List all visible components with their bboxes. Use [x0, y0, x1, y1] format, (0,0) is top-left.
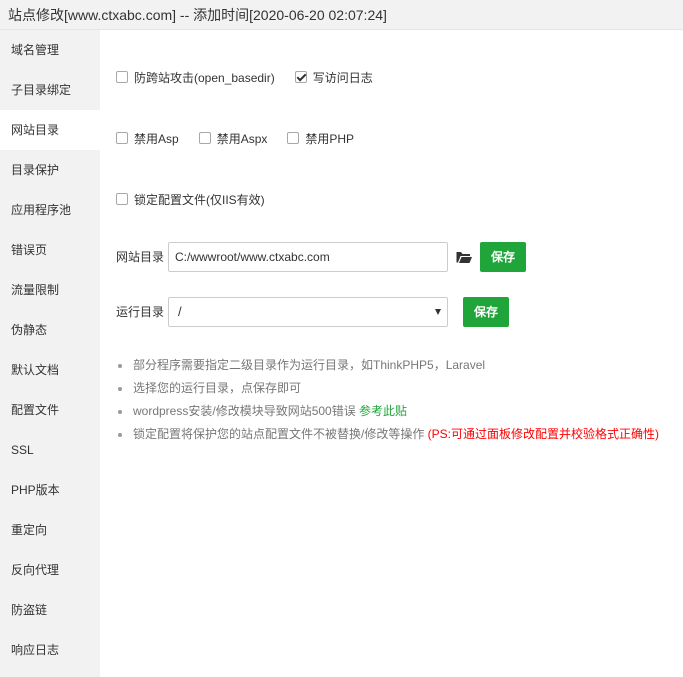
disable-aspx-checkbox[interactable]: 禁用Aspx [198, 130, 268, 147]
sidebar-item-hotlink[interactable]: 防盗链 [0, 590, 100, 630]
sidebar-item-traffic-limit[interactable]: 流量限制 [0, 270, 100, 310]
help-text-1: 部分程序需要指定二级目录作为运行目录，如ThinkPHP5，Laravel [133, 358, 486, 372]
checkbox-box[interactable] [198, 132, 211, 144]
help-text-3: wordpress安装/修改模块导致网站500错误 [133, 404, 360, 418]
sidebar-item-reverse-proxy[interactable]: 反向代理 [0, 550, 100, 590]
lock-config-label: 锁定配置文件(仅IIS有效) [134, 192, 265, 207]
help-text-2: 选择您的运行目录，点保存即可 [133, 381, 302, 395]
lock-config-checkbox[interactable]: 锁定配置文件(仅IIS有效) [116, 191, 265, 208]
checkbox-box[interactable] [116, 132, 128, 144]
disable-asp-checkbox[interactable]: 禁用Asp [116, 130, 179, 147]
disable-php-checkbox[interactable]: 禁用PHP [287, 130, 354, 147]
sidebar-item-dir-protect[interactable]: 目录保护 [0, 150, 100, 190]
sidebar-item-redirect[interactable]: 重定向 [0, 510, 100, 550]
disable-aspx-label: 禁用Aspx [216, 131, 268, 146]
help-text-4: 锁定配置将保护您的站点配置文件不被替换/修改等操作 [133, 427, 428, 441]
window-title: 站点修改[www.ctxabc.com] -- 添加时间[2020-06-20 … [0, 0, 683, 30]
help-item: 锁定配置将保护您的站点配置文件不被替换/修改等操作 (PS:可通过面板修改配置并… [116, 423, 676, 446]
sidebar-item-response-log[interactable]: 响应日志 [0, 630, 100, 670]
chevron-down-icon [435, 309, 441, 315]
sidebar-item-default-doc[interactable]: 默认文档 [0, 350, 100, 390]
security-options-row: 防跨站攻击(open_basedir) 写访问日志 [116, 67, 393, 87]
site-dir-label: 网站目录 [116, 250, 165, 264]
reference-link[interactable]: 参考此贴 [359, 404, 407, 418]
run-dir-label: 运行目录 [116, 305, 165, 319]
open-basedir-checkbox[interactable]: 防跨站攻击(open_basedir) [116, 69, 275, 86]
help-item: 选择您的运行目录，点保存即可 [116, 377, 676, 400]
sidebar-item-app-pool[interactable]: 应用程序池 [0, 190, 100, 230]
sidebar-item-php-version[interactable]: PHP版本 [0, 470, 100, 510]
write-log-label: 写访问日志 [312, 70, 373, 85]
main-panel: 防跨站攻击(open_basedir) 写访问日志 禁用Asp 禁用Aspx 禁… [100, 30, 683, 677]
run-dir-selected-value: / [178, 304, 182, 319]
help-warning-note: (PS:可通过面板修改配置并校验格式正确性) [427, 427, 660, 441]
save-site-dir-button[interactable]: 保存 [480, 242, 526, 272]
sidebar-item-error-page[interactable]: 错误页 [0, 230, 100, 270]
save-run-dir-button[interactable]: 保存 [463, 297, 509, 327]
help-list: 部分程序需要指定二级目录作为运行目录，如ThinkPHP5，Laravel 选择… [116, 354, 676, 446]
sidebar-item-rewrite[interactable]: 伪静态 [0, 310, 100, 350]
sidebar-item-domain[interactable]: 域名管理 [0, 30, 100, 70]
checkbox-box[interactable] [287, 132, 300, 144]
sidebar-item-site-dir[interactable]: 网站目录 [0, 110, 100, 150]
disable-asp-label: 禁用Asp [134, 131, 179, 146]
folder-open-icon[interactable] [456, 250, 472, 264]
sidebar-item-config-file[interactable]: 配置文件 [0, 390, 100, 430]
sidebar-item-ssl[interactable]: SSL [0, 430, 100, 470]
disable-php-label: 禁用PHP [305, 131, 355, 146]
sidebar-nav: 域名管理 子目录绑定 网站目录 目录保护 应用程序池 错误页 流量限制 伪静态 … [0, 30, 100, 677]
disable-options-row: 禁用Asp 禁用Aspx 禁用PHP [116, 128, 374, 148]
lock-config-row: 锁定配置文件(仅IIS有效) [116, 189, 285, 209]
checkbox-box[interactable] [116, 193, 128, 205]
run-dir-select[interactable]: / [168, 297, 448, 327]
open-basedir-label: 防跨站攻击(open_basedir) [134, 70, 275, 85]
checkbox-box[interactable] [116, 71, 128, 83]
site-dir-input[interactable] [168, 242, 448, 272]
sidebar-item-subdir-binding[interactable]: 子目录绑定 [0, 70, 100, 110]
help-item: wordpress安装/修改模块导致网站500错误 参考此贴 [116, 400, 676, 423]
write-log-checkbox[interactable]: 写访问日志 [294, 69, 373, 86]
check-icon[interactable] [294, 71, 307, 83]
help-item: 部分程序需要指定二级目录作为运行目录，如ThinkPHP5，Laravel [116, 354, 676, 377]
